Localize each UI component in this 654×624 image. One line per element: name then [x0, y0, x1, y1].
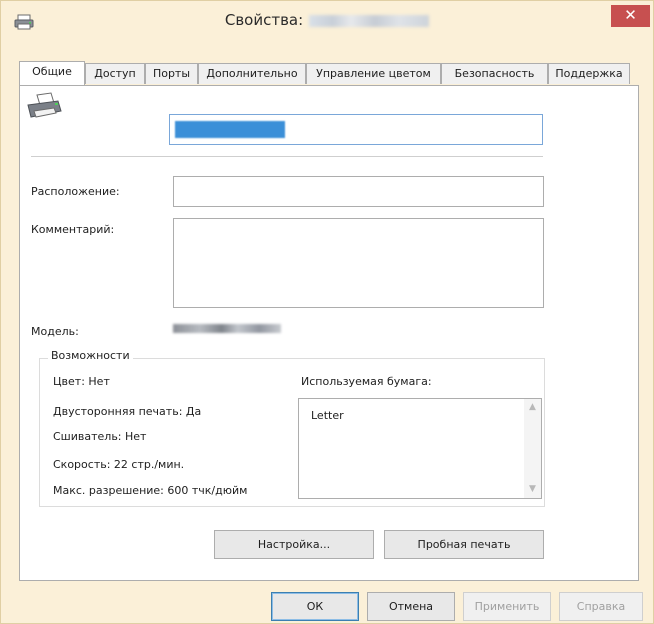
- list-item[interactable]: Letter: [311, 409, 344, 422]
- paper-listbox[interactable]: Letter ▲ ▼: [298, 398, 542, 499]
- tab-general[interactable]: Общие: [19, 61, 85, 85]
- close-button[interactable]: ✕: [611, 5, 650, 27]
- printer-icon: [27, 92, 62, 118]
- ok-button[interactable]: ОК: [271, 592, 359, 621]
- scroll-down-icon[interactable]: ▼: [524, 481, 541, 498]
- feature-color: Цвет: Нет: [53, 375, 110, 388]
- paper-label: Используемая бумага:: [301, 375, 432, 388]
- window-title: Свойства:: [1, 11, 653, 29]
- tab-advanced[interactable]: Дополнительно: [198, 63, 306, 84]
- tab-ports[interactable]: Порты: [145, 63, 198, 84]
- printer-name-redacted: [309, 14, 430, 27]
- location-label: Расположение:: [31, 185, 120, 198]
- tab-sharing[interactable]: Доступ: [85, 63, 145, 84]
- printer-properties-window: Свойства: ✕ Общие Доступ Порты Дополните…: [0, 0, 654, 624]
- scroll-up-icon[interactable]: ▲: [524, 399, 541, 416]
- title-bar[interactable]: Свойства: ✕: [1, 1, 653, 41]
- features-title: Возможности: [48, 349, 133, 362]
- close-icon: ✕: [624, 6, 637, 24]
- comment-textarea[interactable]: [173, 218, 544, 308]
- separator: [31, 156, 543, 157]
- feature-speed: Скорость: 22 стр./мин.: [53, 458, 185, 471]
- comment-label: Комментарий:: [31, 223, 115, 236]
- model-label: Модель:: [31, 325, 79, 338]
- apply-button[interactable]: Применить: [463, 592, 551, 621]
- tab-security[interactable]: Безопасность: [441, 63, 548, 84]
- tab-color-management[interactable]: Управление цветом: [306, 63, 441, 84]
- model-value-redacted: [173, 324, 281, 333]
- feature-duplex: Двусторонняя печать: Да: [53, 405, 202, 418]
- feature-max-resolution: Макс. разрешение: 600 тчк/дюйм: [53, 484, 248, 497]
- printer-name-selection-redacted: [175, 121, 285, 138]
- feature-stapler: Сшиватель: Нет: [53, 430, 147, 443]
- window-title-text: Свойства:: [224, 11, 304, 29]
- location-input[interactable]: [173, 176, 544, 207]
- printer-name-input[interactable]: [169, 114, 543, 145]
- cancel-button[interactable]: Отмена: [367, 592, 455, 621]
- test-print-button[interactable]: Пробная печать: [384, 530, 544, 559]
- paper-list-scrollbar[interactable]: ▲ ▼: [524, 399, 541, 498]
- tab-strip: Общие Доступ Порты Дополнительно Управле…: [19, 61, 639, 85]
- setup-button[interactable]: Настройка...: [214, 530, 374, 559]
- tab-support[interactable]: Поддержка: [548, 63, 630, 84]
- help-button[interactable]: Справка: [559, 592, 643, 621]
